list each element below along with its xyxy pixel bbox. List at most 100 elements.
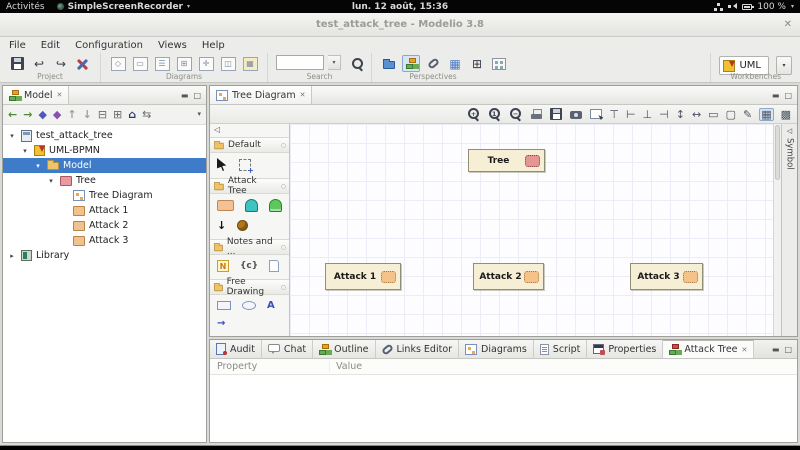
center-horizontal-icon[interactable]: ↔ (692, 109, 701, 120)
redo-button[interactable]: ↪ (52, 55, 70, 72)
menu-views[interactable]: Views (158, 40, 187, 51)
menu-edit[interactable]: Edit (41, 40, 60, 51)
canvas-node-attack-3[interactable]: Attack 3 (630, 263, 703, 290)
system-tray[interactable]: 100 % ▾ (714, 2, 794, 12)
new-diagram-button[interactable]: ▦ (241, 55, 259, 72)
canvas-node-attack-1[interactable]: Attack 1 (325, 263, 401, 290)
select-tool-icon[interactable] (217, 158, 228, 171)
clock[interactable]: lun. 12 août, 15:36 (0, 2, 800, 12)
palette-group-free-drawing[interactable]: Free Drawing ○ (210, 279, 289, 295)
collapse-all-icon[interactable]: ⊟ (98, 109, 107, 120)
move-down-icon[interactable]: ↓ (83, 109, 92, 120)
style-pencil-icon[interactable]: ✎ (743, 109, 752, 120)
project-config-button[interactable] (74, 55, 92, 72)
align-left-icon[interactable]: ⊢ (626, 109, 636, 120)
menu-file[interactable]: File (9, 40, 26, 51)
same-size-icon[interactable]: ▭ (708, 109, 718, 120)
expander-icon[interactable]: ▸ (7, 252, 17, 260)
center-vertical-icon[interactable]: ↕ (676, 109, 685, 120)
minimize-icon[interactable]: ▬ (772, 91, 780, 100)
menu-configuration[interactable]: Configuration (75, 40, 143, 51)
tree-item-library[interactable]: ▸ Library (3, 248, 206, 263)
tab-diagrams[interactable]: Diagrams (459, 340, 534, 358)
perspective-board-button[interactable] (490, 55, 508, 72)
tab-model[interactable]: Model ✕ (3, 86, 69, 104)
perspective-links-button[interactable] (424, 55, 442, 72)
tab-script[interactable]: Script (534, 340, 588, 358)
ellipse-tool-icon[interactable] (242, 301, 256, 310)
diagram-type-2-button[interactable]: ▭ (131, 55, 149, 72)
zoom-100-icon[interactable]: 1 (488, 107, 502, 121)
column-value[interactable]: Value (330, 361, 362, 372)
tab-attack-tree[interactable]: Attack Tree ✕ (663, 340, 754, 358)
zoom-in-icon[interactable]: + (467, 107, 481, 121)
align-bottom-icon[interactable]: ⊥ (643, 109, 653, 120)
nav-forward-icon[interactable]: → (23, 109, 32, 120)
tree-item-tree-diagram[interactable]: Tree Diagram (3, 188, 206, 203)
close-icon[interactable]: ✕ (784, 13, 792, 36)
canvas-node-attack-2[interactable]: Attack 2 (473, 263, 544, 290)
palette-group-default[interactable]: Default ○ (210, 137, 289, 153)
screenshot-icon[interactable] (569, 108, 583, 121)
tree-item-attack-3[interactable]: Attack 3 (3, 233, 206, 248)
page-setup-icon[interactable]: ▩ (781, 109, 791, 120)
or-gate-tool-icon[interactable] (269, 199, 282, 212)
canvas-node-tree[interactable]: Tree (468, 149, 545, 172)
search-history-dropdown[interactable]: ▾ (328, 55, 341, 70)
perspective-treegrid-button[interactable]: ⊞ (468, 55, 486, 72)
diagram-type-3-button[interactable]: ☰ (153, 55, 171, 72)
align-right-icon[interactable]: ⊣ (659, 109, 669, 120)
save-diagram-icon[interactable] (550, 108, 562, 120)
symbol-side-tab[interactable]: ◁ Symbol (781, 124, 797, 336)
grid-toggle-icon[interactable]: ▦ (759, 108, 773, 121)
expander-icon[interactable]: ▾ (46, 177, 56, 185)
link-with-editor-icon[interactable]: ⊞ (113, 109, 122, 120)
menu-help[interactable]: Help (202, 40, 225, 51)
view-menu-icon[interactable]: ▾ (197, 111, 201, 118)
palette-group-notes[interactable]: Notes and ... ○ (210, 239, 289, 255)
move-up-icon[interactable]: ↑ (67, 109, 76, 120)
threat-tool-icon[interactable] (237, 220, 248, 231)
canvas-vertical-scrollbar[interactable] (773, 124, 781, 336)
and-gate-tool-icon[interactable] (245, 199, 258, 212)
text-tool-icon[interactable]: A (267, 300, 275, 311)
titlebar[interactable]: test_attack_tree - Modelio 3.8 ✕ (0, 13, 800, 37)
tab-tree-diagram[interactable]: Tree Diagram ✕ (210, 86, 312, 104)
document-tool-icon[interactable] (269, 260, 279, 272)
close-icon[interactable]: ✕ (742, 346, 748, 354)
constraint-tool-icon[interactable]: {c} (240, 261, 258, 271)
close-icon[interactable]: ✕ (57, 91, 63, 99)
tree-item-uml-bpmn[interactable]: ▾ UML-BPMN (3, 143, 206, 158)
tab-links-editor[interactable]: Links Editor (376, 340, 460, 358)
zoom-out-icon[interactable]: − (509, 107, 523, 121)
diagram-type-6-button[interactable]: ◫ (219, 55, 237, 72)
nav-back-icon[interactable]: ← (8, 109, 17, 120)
tab-audit[interactable]: Audit (210, 340, 262, 358)
undo-button[interactable]: ↩ (30, 55, 48, 72)
maximize-icon[interactable]: □ (193, 91, 201, 100)
nav-next-selection-icon[interactable]: ◆ (53, 109, 61, 120)
palette-group-attack-tree[interactable]: Attack Tree ○ (210, 178, 289, 194)
expander-icon[interactable]: ▾ (20, 147, 30, 155)
link-tool-icon[interactable]: ↓ (217, 219, 226, 232)
maximize-icon[interactable]: □ (784, 345, 792, 354)
note-tool-icon[interactable]: N (217, 260, 229, 272)
tree-item-project[interactable]: ▾ test_attack_tree (3, 128, 206, 143)
rectangle-tool-icon[interactable] (217, 301, 231, 310)
close-icon[interactable]: ✕ (300, 91, 306, 99)
fit-selection-icon[interactable] (590, 109, 602, 119)
tree-item-model[interactable]: ▾ Model (3, 158, 206, 173)
property-table-body[interactable] (210, 375, 797, 442)
print-icon[interactable] (530, 108, 543, 121)
perspective-grid-button[interactable]: ▦ (446, 55, 464, 72)
column-property[interactable]: Property (210, 361, 330, 372)
line-tool-icon[interactable]: → (217, 318, 225, 329)
attack-node-tool-icon[interactable] (217, 200, 234, 211)
tab-outline[interactable]: Outline (313, 340, 375, 358)
minimize-icon[interactable]: ▬ (772, 345, 780, 354)
tab-chat[interactable]: Chat (262, 340, 313, 358)
sync-tree-icon[interactable]: ⇆ (142, 109, 151, 120)
maximize-icon[interactable]: □ (784, 91, 792, 100)
tab-properties[interactable]: Properties (587, 340, 663, 358)
nav-previous-selection-icon[interactable]: ◆ (38, 109, 46, 120)
